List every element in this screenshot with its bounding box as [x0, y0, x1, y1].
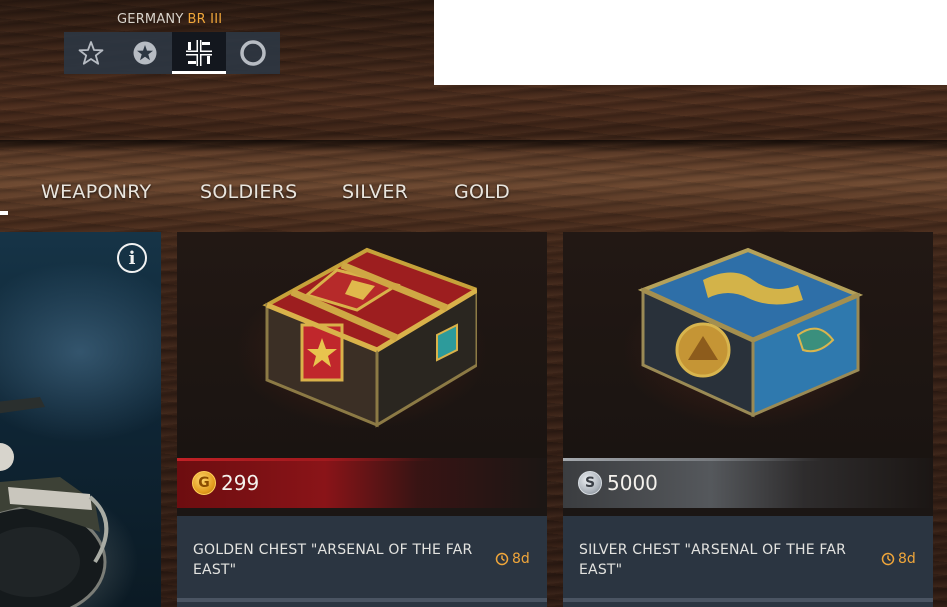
price-value: 5000 [607, 471, 658, 495]
chest-name: SILVER CHEST "ARSENAL OF THE FAR EAST" [579, 542, 847, 578]
gold-coin-icon: G [192, 471, 216, 495]
rank-tab-star-filled[interactable] [118, 32, 172, 74]
golden-chest-image [262, 247, 477, 428]
card-bottom-line [177, 598, 547, 602]
balkenkreuz-icon [186, 40, 212, 66]
rank-tab-star-outline[interactable] [64, 32, 118, 74]
rank-tab-circle[interactable] [226, 32, 280, 74]
info-icon[interactable]: i [117, 243, 147, 273]
chest-name: GOLDEN CHEST "ARSENAL OF THE FAR EAST" [193, 542, 473, 578]
golden-chest-card[interactable]: G 299 GOLDEN CHEST "ARSENAL OF THE FAR E… [177, 232, 547, 607]
tab-weaponry[interactable]: WEAPONRY [41, 181, 151, 203]
tab-silver[interactable]: SILVER [342, 181, 408, 203]
rank-selector [64, 32, 280, 74]
blank-panel [434, 0, 947, 85]
card-bottom-line [563, 598, 933, 602]
motorcycle-image [0, 397, 109, 607]
timer-badge: 8d [881, 550, 916, 568]
chest-image-area [563, 232, 933, 458]
nation-name: GERMANY [117, 12, 184, 27]
circle-icon [240, 40, 266, 66]
nation-label: GERMANY BR III [117, 12, 222, 27]
silver-coin-icon: S [578, 471, 602, 495]
price-strip-line [563, 458, 933, 461]
chest-image-area [177, 232, 547, 458]
battle-rating: BR III [187, 12, 223, 27]
silver-chest-card[interactable]: S 5000 SILVER CHEST "ARSENAL OF THE FAR … [563, 232, 933, 607]
star-outline-icon [78, 41, 104, 65]
timer-badge: 8d [495, 550, 530, 568]
price-strip-line [177, 458, 547, 461]
price-value: 299 [221, 471, 260, 495]
tab-soldiers[interactable]: SOLDIERS [200, 181, 298, 203]
timer-text: 8d [512, 551, 530, 567]
tab-gold[interactable]: GOLD [454, 181, 510, 203]
star-circle-icon [133, 41, 157, 65]
timer-text: 8d [898, 551, 916, 567]
clock-icon [495, 552, 509, 566]
clock-icon [881, 552, 895, 566]
silver-chest-image [637, 247, 863, 418]
featured-banner[interactable] [0, 232, 161, 607]
rank-tab-balkenkreuz[interactable] [172, 32, 226, 74]
tab-active-indicator [0, 211, 8, 215]
plank-edge [0, 140, 947, 152]
